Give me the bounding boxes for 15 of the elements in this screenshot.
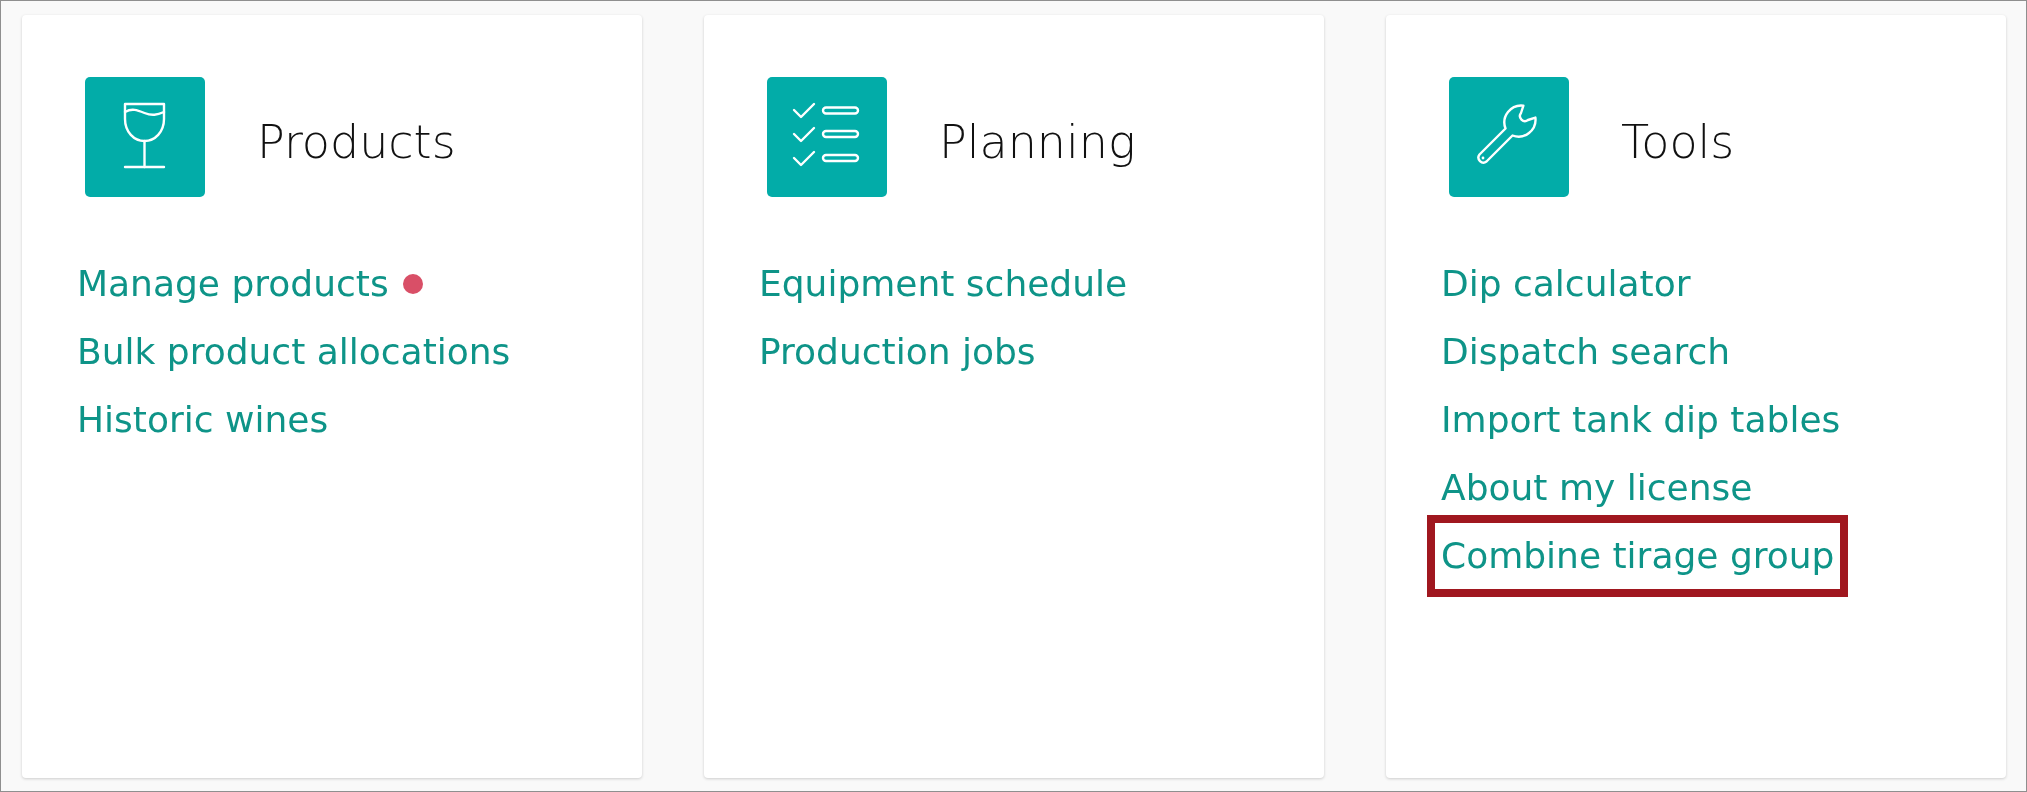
card-title: Tools [1621,115,1735,169]
menu-link[interactable]: Manage products [77,250,389,318]
card-title: Products [257,115,456,169]
menu-link[interactable]: Dispatch search [1441,318,1731,386]
menu-link[interactable]: Bulk product allocations [77,318,511,386]
wrench-icon [1449,77,1569,197]
menu-link[interactable]: Historic wines [77,386,329,454]
wine-glass-icon [85,77,205,197]
card-title: Planning [939,115,1136,169]
menu-link[interactable]: Combine tirage group [1427,515,1849,597]
menu-link[interactable]: Dip calculator [1441,250,1691,318]
menu-link[interactable]: Production jobs [759,318,1036,386]
checklist-icon [767,77,887,197]
menu-link[interactable]: Import tank dip tables [1441,386,1841,454]
menu-link[interactable]: Equipment schedule [759,250,1128,318]
